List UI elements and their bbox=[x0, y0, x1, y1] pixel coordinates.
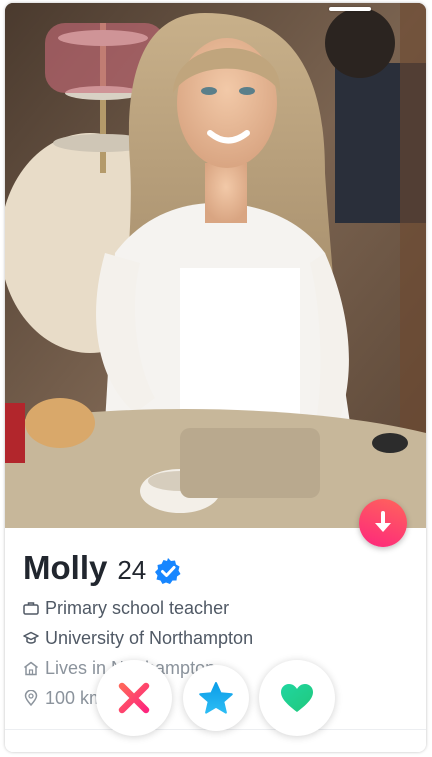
like-button[interactable] bbox=[259, 660, 335, 736]
name-row: Molly 24 bbox=[23, 549, 413, 593]
arrow-down-icon bbox=[375, 511, 391, 532]
open-profile-button[interactable] bbox=[359, 499, 407, 547]
briefcase-icon bbox=[23, 600, 39, 616]
job-text: Primary school teacher bbox=[45, 597, 230, 618]
job-row: Primary school teacher bbox=[23, 593, 413, 623]
star-icon bbox=[199, 682, 233, 714]
school-row: University of Northampton bbox=[23, 623, 413, 653]
super-like-button[interactable] bbox=[183, 665, 249, 731]
heart-icon bbox=[281, 684, 313, 712]
profile-card[interactable]: Molly 24 Primary school teacher Universi… bbox=[5, 3, 426, 752]
photo-page-indicator bbox=[329, 7, 371, 11]
profile-name: Molly bbox=[23, 549, 108, 586]
graduation-cap-icon bbox=[23, 630, 39, 646]
verified-badge-icon[interactable] bbox=[154, 557, 182, 585]
profile-age: 24 bbox=[117, 555, 147, 585]
photo-illustration bbox=[5, 3, 426, 528]
school-text: University of Northampton bbox=[45, 627, 254, 648]
profile-photo[interactable] bbox=[5, 3, 426, 528]
action-bar bbox=[5, 660, 426, 740]
x-icon bbox=[118, 682, 150, 714]
nope-button[interactable] bbox=[96, 660, 172, 736]
